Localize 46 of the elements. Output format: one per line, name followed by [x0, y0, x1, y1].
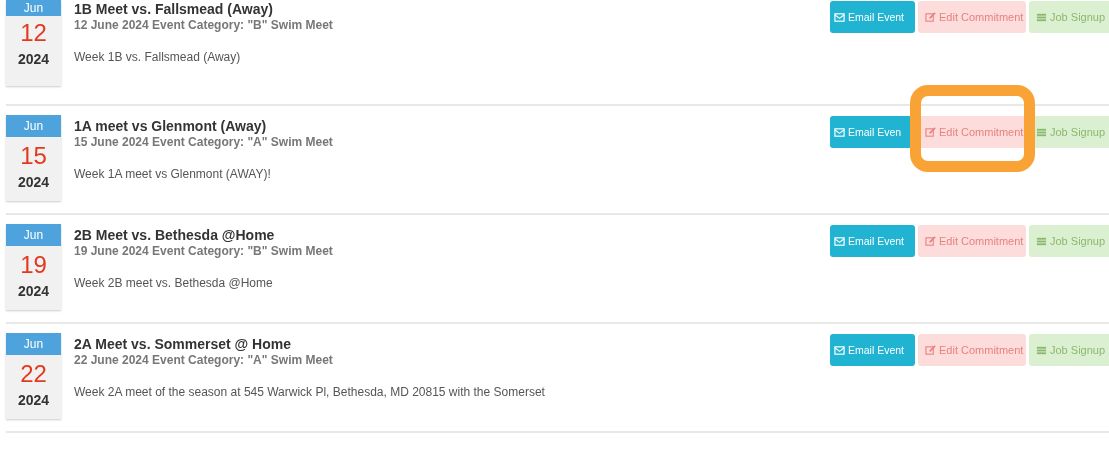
event-description: Week 2A meet of the season at 545 Warwick Pl, Bethesda, MD 20815 with the Somerset: [74, 385, 546, 399]
event-description: Week 1A meet vs Glenmont (AWAY)!: [74, 167, 272, 181]
envelope-icon: [834, 126, 845, 138]
date-day: 12: [6, 18, 61, 48]
date-year: 2024: [16, 391, 51, 410]
job-signup-button[interactable]: Job Signup: [1029, 334, 1109, 366]
event-subtitle: 15 June 2024 Event Category: "A" Swim Meet: [74, 135, 334, 150]
edit-icon: [925, 126, 936, 138]
date-month: Jun: [6, 115, 61, 137]
date-day: 19: [6, 250, 61, 280]
list-icon: [1036, 126, 1047, 138]
edit-icon: [925, 344, 936, 356]
envelope-icon: [834, 235, 845, 247]
job-signup-button[interactable]: Job Signup: [1029, 225, 1109, 257]
envelope-icon: [834, 344, 845, 356]
email-event-button[interactable]: Email Event: [830, 225, 915, 257]
event-description: Week 2B meet vs. Bethesda @Home: [74, 276, 274, 290]
date-year: 2024: [16, 282, 51, 301]
envelope-icon: [834, 11, 845, 23]
edit-commitment-button[interactable]: Edit Commitment: [918, 225, 1026, 257]
email-event-button[interactable]: Email Event: [830, 334, 915, 366]
date-day: 15: [6, 141, 61, 171]
list-icon: [1036, 235, 1047, 247]
edit-icon: [925, 11, 936, 23]
event-title: 2B Meet vs. Bethesda @Home: [74, 226, 276, 244]
edit-commitment-button[interactable]: Edit Commitment: [918, 116, 1026, 148]
list-icon: [1036, 11, 1047, 23]
event-subtitle: 12 June 2024 Event Category: "B" Swim Meet: [74, 18, 334, 33]
event-title: 1B Meet vs. Fallsmead (Away): [74, 0, 274, 18]
edit-commitment-button[interactable]: Edit Commitment: [918, 1, 1026, 33]
date-month: Jun: [6, 333, 61, 355]
date-year: 2024: [16, 50, 51, 69]
edit-icon: [925, 235, 936, 247]
event-title: 1A meet vs Glenmont (Away): [74, 117, 268, 135]
job-signup-button[interactable]: Job Signup: [1029, 1, 1109, 33]
date-day: 22: [6, 359, 61, 389]
date-year: 2024: [16, 173, 51, 192]
edit-commitment-button[interactable]: Edit Commitment: [918, 334, 1026, 366]
event-subtitle: 22 June 2024 Event Category: "A" Swim Meet: [74, 353, 334, 368]
date-month: Jun: [6, 224, 61, 246]
date-month: Jun: [6, 0, 61, 16]
event-subtitle: 19 June 2024 Event Category: "B" Swim Meet: [74, 244, 334, 259]
email-event-button[interactable]: Email Event: [830, 1, 915, 33]
event-description: Week 1B vs. Fallsmead (Away): [74, 50, 242, 64]
list-icon: [1036, 344, 1047, 356]
event-title: 2A Meet vs. Sommerset @ Home: [74, 335, 292, 353]
